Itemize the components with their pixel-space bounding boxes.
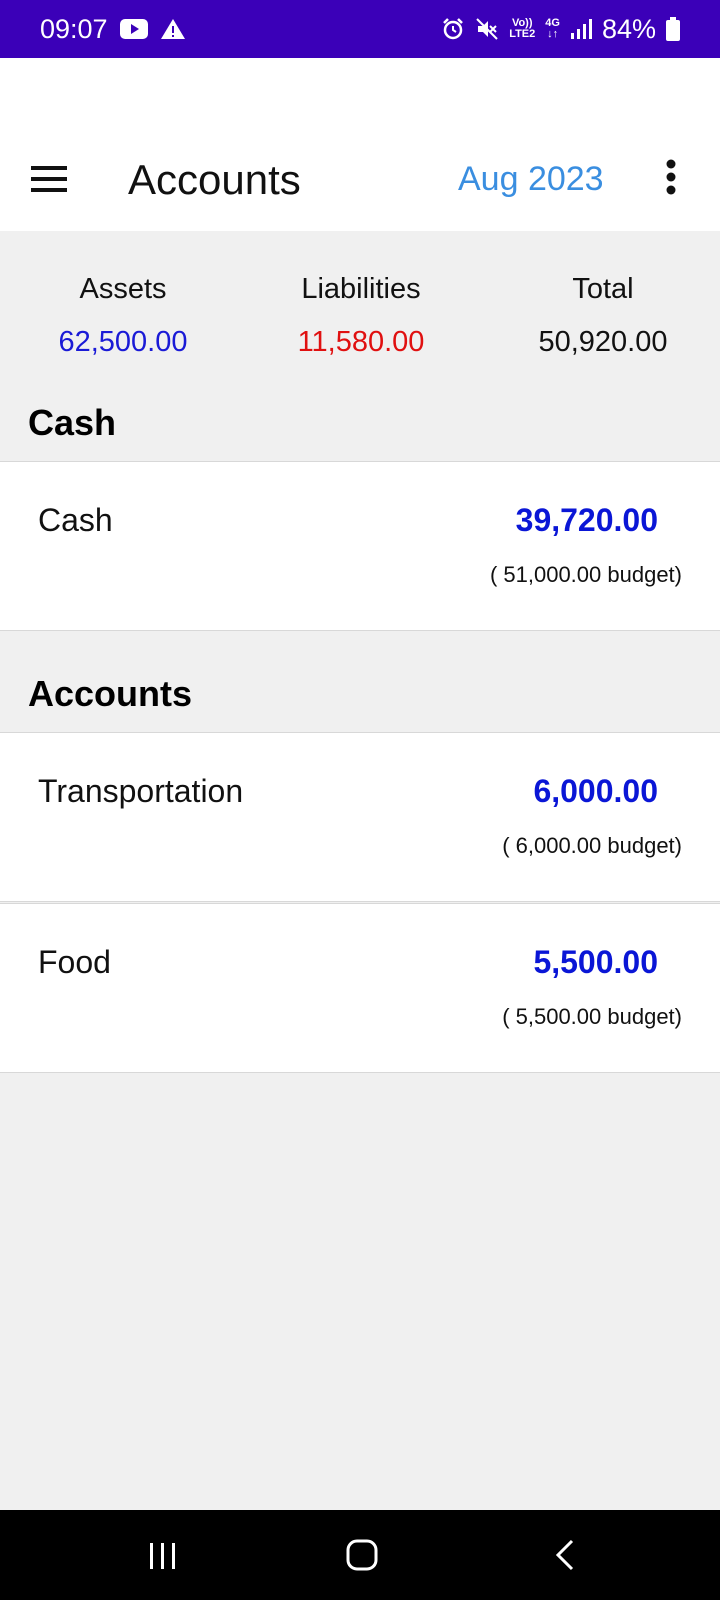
youtube-icon xyxy=(119,19,148,39)
status-time: 09:07 xyxy=(40,13,108,44)
battery-percent: 84% xyxy=(601,13,656,44)
account-name: Transportation xyxy=(38,773,244,809)
alarm-icon xyxy=(441,17,465,41)
menu-icon[interactable] xyxy=(26,159,72,199)
back-icon[interactable] xyxy=(536,1530,596,1580)
mute-icon xyxy=(475,17,499,41)
account-name: Food xyxy=(38,944,111,980)
page-title: Accounts xyxy=(128,156,301,203)
total-value: 50,920.00 xyxy=(538,326,668,358)
account-amount: 5,500.00 xyxy=(533,944,658,980)
account-budget: ( 5,500.00 budget) xyxy=(502,1004,682,1029)
assets-value: 62,500.00 xyxy=(58,326,188,358)
app-bar: Accounts Aug 2023 xyxy=(0,58,720,231)
status-bar-left: 09:07 xyxy=(40,14,186,45)
summary-panel: Assets 62,500.00 Liabilities 11,580.00 T… xyxy=(0,231,720,381)
signal-icon xyxy=(570,18,592,40)
battery-icon xyxy=(666,17,680,41)
status-bar: 09:07 Vo)) LTE2 4G ↓↑ 84% xyxy=(0,0,720,58)
account-name: Cash xyxy=(38,502,113,538)
section-header-cash: Cash xyxy=(28,402,117,443)
status-bar-right: Vo)) LTE2 4G ↓↑ 84% xyxy=(441,14,680,45)
recent-apps-icon[interactable] xyxy=(132,1530,192,1580)
home-icon[interactable] xyxy=(332,1530,392,1580)
data-arrows-icon: 4G ↓↑ xyxy=(545,17,560,40)
account-amount: 6,000.00 xyxy=(533,773,658,809)
liabilities-label: Liabilities xyxy=(301,273,421,305)
section-header-accounts: Accounts xyxy=(28,673,193,714)
more-options-icon[interactable] xyxy=(654,156,688,202)
warning-icon xyxy=(160,18,186,40)
account-card-transportation[interactable]: Transportation 6,000.00 ( 6,000.00 budge… xyxy=(0,732,720,902)
account-card-food[interactable]: Food 5,500.00 ( 5,500.00 budget) xyxy=(0,903,720,1073)
account-amount: 39,720.00 xyxy=(515,502,658,538)
account-card-cash[interactable]: Cash 39,720.00 ( 51,000.00 budget) xyxy=(0,461,720,631)
system-nav-bar xyxy=(0,1510,720,1600)
assets-label: Assets xyxy=(79,273,167,305)
volte-icon: Vo)) LTE2 xyxy=(509,17,536,40)
total-label: Total xyxy=(572,273,634,305)
month-selector[interactable]: Aug 2023 xyxy=(458,160,604,199)
liabilities-value: 11,580.00 xyxy=(297,326,425,358)
account-budget: ( 6,000.00 budget) xyxy=(502,833,682,858)
account-budget: ( 51,000.00 budget) xyxy=(489,562,682,587)
